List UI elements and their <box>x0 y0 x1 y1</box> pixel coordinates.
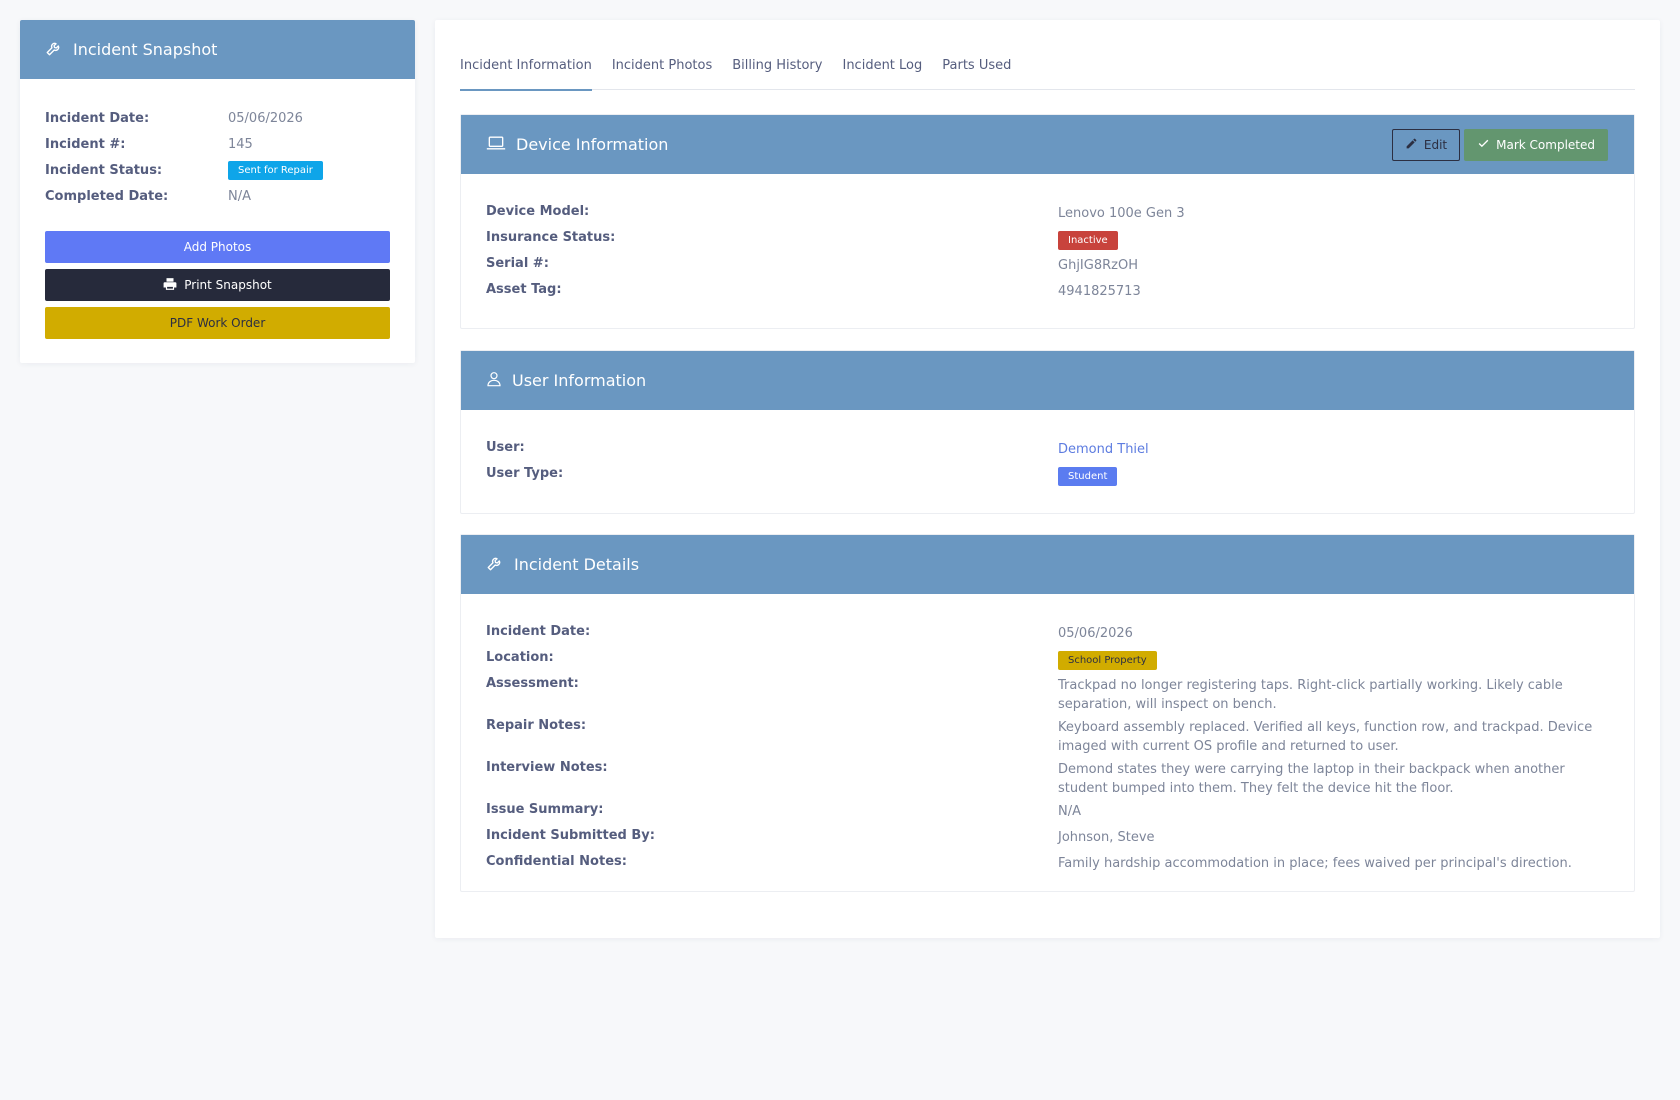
snapshot-incident-number: Incident #: 145 <box>45 131 390 157</box>
user-link[interactable]: Demond Thiel <box>1058 436 1598 462</box>
field-label: Serial #: <box>486 256 549 271</box>
tab-incident-log[interactable]: Incident Log <box>842 56 922 90</box>
wrench-icon <box>486 554 514 576</box>
user-type-badge: Student <box>1058 467 1118 486</box>
edit-button[interactable]: Edit <box>1391 129 1461 161</box>
repair-notes-row: Repair Notes: Keyboard assembly replaced… <box>486 714 1609 756</box>
field-label: Insurance Status: <box>486 230 616 245</box>
field-label: User Type: <box>486 466 564 481</box>
incident-main-card: Incident Information Incident Photos Bil… <box>435 20 1660 938</box>
field-value: GhjIG8RzOH <box>1058 258 1138 273</box>
field-label: Asset Tag: <box>486 282 562 297</box>
device-model-row: Device Model: Lenovo 100e Gen 3 <box>486 200 1609 226</box>
field-value: Johnson, Steve <box>1058 830 1155 845</box>
field-value: Trackpad no longer registering taps. Rig… <box>1058 678 1563 712</box>
field-label: Incident Date: <box>486 624 591 639</box>
field-label: Incident Date: <box>45 110 150 126</box>
incident-tabs: Incident Information Incident Photos Bil… <box>460 56 1635 91</box>
tab-incident-photos[interactable]: Incident Photos <box>612 56 712 90</box>
location-badge: School Property <box>1058 651 1157 670</box>
incident-snapshot-card: Incident Snapshot Incident Date: 05/06/2… <box>20 20 415 363</box>
edit-label: Edit <box>1423 138 1448 152</box>
field-label: User: <box>486 440 525 455</box>
location-row: Location: School Property <box>486 646 1609 672</box>
pencil-icon <box>1405 137 1424 153</box>
field-value: Demond states they were carrying the lap… <box>1058 762 1565 796</box>
snapshot-completed-date: Completed Date: N/A <box>45 183 390 209</box>
tab-parts-used[interactable]: Parts Used <box>942 56 1011 90</box>
asset-tag-row: Asset Tag: 4941825713 <box>486 278 1609 304</box>
tab-incident-information[interactable]: Incident Information <box>460 56 592 91</box>
field-value: Lenovo 100e Gen 3 <box>1058 206 1185 221</box>
field-label: Confidential Notes: <box>486 854 627 869</box>
insurance-status-row: Insurance Status: Inactive <box>486 226 1609 252</box>
print-snapshot-button[interactable]: Print Snapshot <box>45 269 390 301</box>
field-value: 145 <box>228 136 253 152</box>
field-label: Completed Date: <box>45 188 169 204</box>
user-row: User: Demond Thiel <box>486 436 1609 462</box>
field-label: Incident Status: <box>45 162 163 178</box>
field-value: N/A <box>1058 804 1081 819</box>
device-information-section: Device Information Edit Mark Completed D… <box>460 114 1635 329</box>
tab-billing-history[interactable]: Billing History <box>732 56 822 90</box>
laptop-icon <box>486 135 516 155</box>
device-information-title: Device Information <box>516 135 669 154</box>
user-information-section: User Information User: Demond Thiel User… <box>460 350 1635 514</box>
pdf-work-order-button[interactable]: PDF Work Order <box>45 307 390 339</box>
incident-details-header: Incident Details <box>461 535 1634 594</box>
submitted-by-row: Incident Submitted By: Johnson, Steve <box>486 824 1609 850</box>
field-label: Incident Submitted By: <box>486 828 655 843</box>
print-snapshot-label: Print Snapshot <box>184 278 272 292</box>
wrench-icon <box>45 39 73 61</box>
device-information-header: Device Information Edit Mark Completed <box>461 115 1634 174</box>
field-value: 05/06/2026 <box>228 110 303 126</box>
field-value: 4941825713 <box>1058 284 1141 299</box>
field-value: N/A <box>228 188 251 204</box>
field-value: Keyboard assembly replaced. Verified all… <box>1058 720 1593 754</box>
pdf-work-order-label: PDF Work Order <box>169 316 266 330</box>
insurance-status-badge: Inactive <box>1058 231 1118 250</box>
status-badge: Sent for Repair <box>228 160 323 180</box>
interview-notes-row: Interview Notes: Demond states they were… <box>486 756 1609 798</box>
field-label: Repair Notes: <box>486 718 587 733</box>
field-value: Family hardship accommodation in place; … <box>1058 856 1572 871</box>
add-photos-button[interactable]: Add Photos <box>45 231 390 263</box>
field-label: Interview Notes: <box>486 760 608 775</box>
user-information-title: User Information <box>512 371 647 390</box>
snapshot-title: Incident Snapshot <box>73 40 218 59</box>
check-icon <box>1477 137 1496 153</box>
field-label: Issue Summary: <box>486 802 604 817</box>
printer-icon <box>163 277 184 294</box>
user-icon <box>486 370 512 392</box>
field-label: Incident #: <box>45 136 126 152</box>
field-label: Location: <box>486 650 554 665</box>
assessment-row: Assessment: Trackpad no longer registeri… <box>486 672 1609 714</box>
serial-number-row: Serial #: GhjIG8RzOH <box>486 252 1609 278</box>
field-label: Assessment: <box>486 676 579 691</box>
mark-completed-button[interactable]: Mark Completed <box>1464 129 1608 161</box>
snapshot-incident-status: Incident Status: Sent for Repair <box>45 157 390 183</box>
confidential-notes-row: Confidential Notes: Family hardship acco… <box>486 850 1609 876</box>
incident-date-row: Incident Date: 05/06/2026 <box>486 620 1609 646</box>
incident-details-section: Incident Details Incident Date: 05/06/20… <box>460 534 1635 892</box>
user-type-row: User Type: Student <box>486 462 1609 488</box>
field-value: 05/06/2026 <box>1058 626 1133 641</box>
field-label: Device Model: <box>486 204 590 219</box>
incident-details-title: Incident Details <box>514 555 640 574</box>
snapshot-incident-date: Incident Date: 05/06/2026 <box>45 105 390 131</box>
add-photos-label: Add Photos <box>183 240 252 254</box>
issue-summary-row: Issue Summary: N/A <box>486 798 1609 824</box>
user-information-header: User Information <box>461 351 1634 410</box>
snapshot-header: Incident Snapshot <box>20 20 415 79</box>
mark-completed-label: Mark Completed <box>1496 138 1595 152</box>
